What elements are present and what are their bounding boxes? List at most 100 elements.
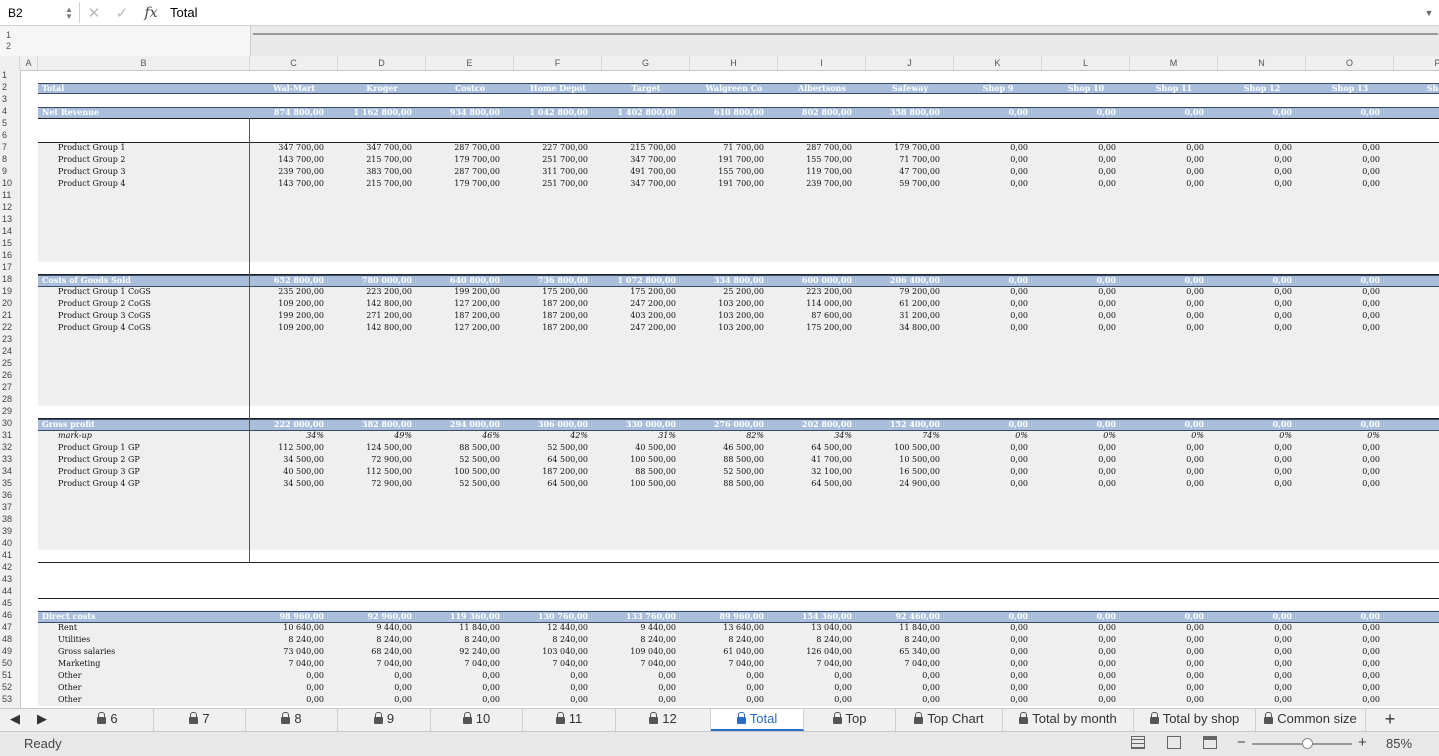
table-cell[interactable]: 0%: [1042, 430, 1116, 442]
row-label[interactable]: Other: [58, 694, 81, 706]
row-header[interactable]: 32: [0, 442, 21, 452]
shop-header[interactable]: Shop: [1394, 82, 1439, 94]
table-cell[interactable]: 31%: [602, 430, 676, 442]
table-cell[interactable]: 0,00: [1218, 142, 1292, 154]
table-cell[interactable]: 0,00: [954, 478, 1028, 490]
tab-11[interactable]: 11: [523, 709, 616, 731]
shop-header[interactable]: Shop 12: [1218, 82, 1306, 94]
row-header[interactable]: 34: [0, 466, 21, 476]
column-header-o[interactable]: O: [1306, 56, 1394, 70]
table-cell[interactable]: 383 700,00: [338, 166, 412, 178]
table-cell[interactable]: 7 040,00: [690, 658, 764, 670]
row-header[interactable]: 51: [0, 670, 21, 680]
table-cell[interactable]: 0,00: [954, 442, 1028, 454]
row-header[interactable]: 27: [0, 382, 21, 392]
table-cell[interactable]: 0,00: [1218, 274, 1292, 286]
row-header[interactable]: 43: [0, 574, 21, 584]
page-layout-icon[interactable]: [1167, 736, 1181, 749]
table-cell[interactable]: 11 840,00: [866, 622, 940, 634]
table-cell[interactable]: 206 400,00: [866, 274, 940, 286]
column-header-j[interactable]: J: [866, 56, 954, 70]
table-cell[interactable]: 235 200,00: [250, 286, 324, 298]
table-cell[interactable]: 0,00: [1218, 178, 1292, 190]
table-cell[interactable]: 8 240,00: [866, 634, 940, 646]
table-cell[interactable]: 0,00: [1042, 694, 1116, 706]
zoom-out-icon[interactable]: −: [1237, 734, 1246, 751]
table-cell[interactable]: 0%: [1218, 430, 1292, 442]
table-cell[interactable]: 334 800,00: [690, 274, 764, 286]
sheet-title[interactable]: Total: [42, 82, 64, 94]
row-header[interactable]: 15: [0, 238, 21, 248]
shop-header[interactable]: Walgreen Co: [690, 82, 778, 94]
table-cell[interactable]: 0,00: [866, 694, 940, 706]
table-cell[interactable]: 65 340,00: [866, 646, 940, 658]
row-header[interactable]: 11: [0, 190, 21, 200]
outline-group-bar[interactable]: [253, 33, 1438, 35]
table-cell[interactable]: 0,00: [338, 694, 412, 706]
table-cell[interactable]: 88 500,00: [690, 478, 764, 490]
outline-level-2[interactable]: 2: [6, 41, 11, 51]
table-cell[interactable]: 155 700,00: [690, 166, 764, 178]
table-cell[interactable]: 0,00: [338, 670, 412, 682]
row-label[interactable]: Other: [58, 670, 81, 682]
table-cell[interactable]: 491 700,00: [602, 166, 676, 178]
name-box[interactable]: B2 ▲ ▼: [2, 2, 80, 23]
table-cell[interactable]: 311 700,00: [514, 166, 588, 178]
table-cell[interactable]: 0,00: [954, 322, 1028, 334]
table-cell[interactable]: 1 162 800,00: [338, 106, 412, 118]
table-cell[interactable]: 199 200,00: [426, 286, 500, 298]
shop-header[interactable]: Shop 11: [1130, 82, 1218, 94]
table-cell[interactable]: 736 800,00: [514, 274, 588, 286]
table-cell[interactable]: 0,00: [1306, 478, 1380, 490]
table-cell[interactable]: 0,00: [1306, 178, 1380, 190]
table-cell[interactable]: 0,00: [866, 682, 940, 694]
table-cell[interactable]: 7 040,00: [338, 658, 412, 670]
row-header[interactable]: 50: [0, 658, 21, 668]
tab-top[interactable]: Top: [804, 709, 896, 731]
row-header[interactable]: 1: [0, 70, 21, 80]
table-cell[interactable]: 52 500,00: [690, 466, 764, 478]
table-cell[interactable]: 127 200,00: [426, 298, 500, 310]
table-cell[interactable]: 191 700,00: [690, 154, 764, 166]
table-cell[interactable]: 92 960,00: [338, 610, 412, 622]
table-cell[interactable]: 0,00: [1042, 286, 1116, 298]
table-cell[interactable]: 0,00: [954, 142, 1028, 154]
table-cell[interactable]: 0,00: [1130, 454, 1204, 466]
table-cell[interactable]: 0,00: [954, 634, 1028, 646]
zoom-level[interactable]: 85%: [1386, 736, 1412, 751]
table-cell[interactable]: 0,00: [1130, 646, 1204, 658]
table-cell[interactable]: 72 900,00: [338, 454, 412, 466]
table-cell[interactable]: 347 700,00: [602, 154, 676, 166]
table-cell[interactable]: 306 000,00: [514, 418, 588, 430]
table-cell[interactable]: 0,00: [954, 694, 1028, 706]
table-cell[interactable]: 130 760,00: [514, 610, 588, 622]
table-cell[interactable]: 142 800,00: [338, 322, 412, 334]
table-cell[interactable]: 0,00: [1042, 154, 1116, 166]
table-cell[interactable]: 287 700,00: [426, 166, 500, 178]
table-cell[interactable]: 215 700,00: [338, 178, 412, 190]
row-header[interactable]: 40: [0, 538, 21, 548]
table-cell[interactable]: 0,00: [1218, 322, 1292, 334]
table-cell[interactable]: 0,00: [1130, 106, 1204, 118]
table-cell[interactable]: 276 000,00: [690, 418, 764, 430]
table-cell[interactable]: 0,00: [1042, 418, 1116, 430]
table-cell[interactable]: 0,00: [602, 694, 676, 706]
table-cell[interactable]: 8 240,00: [690, 634, 764, 646]
tab-total-by-month[interactable]: Total by month: [1003, 709, 1134, 731]
table-cell[interactable]: 71 700,00: [866, 154, 940, 166]
tab-8[interactable]: 8: [246, 709, 338, 731]
row-label[interactable]: Product Group 4 GP: [58, 478, 140, 490]
expand-formula-icon[interactable]: ▼: [1419, 8, 1439, 18]
table-cell[interactable]: 0,00: [1306, 286, 1380, 298]
table-cell[interactable]: 0,00: [1218, 658, 1292, 670]
table-cell[interactable]: 13 640,00: [690, 622, 764, 634]
table-cell[interactable]: 109 200,00: [250, 322, 324, 334]
row-header[interactable]: 42: [0, 562, 21, 572]
row-header[interactable]: 44: [0, 586, 21, 596]
table-cell[interactable]: 247 200,00: [602, 298, 676, 310]
row-label[interactable]: Product Group 3 GP: [58, 466, 140, 478]
column-header-l[interactable]: L: [1042, 56, 1130, 70]
row-header[interactable]: 38: [0, 514, 21, 524]
table-cell[interactable]: 0%: [954, 430, 1028, 442]
table-cell[interactable]: 0,00: [1218, 478, 1292, 490]
